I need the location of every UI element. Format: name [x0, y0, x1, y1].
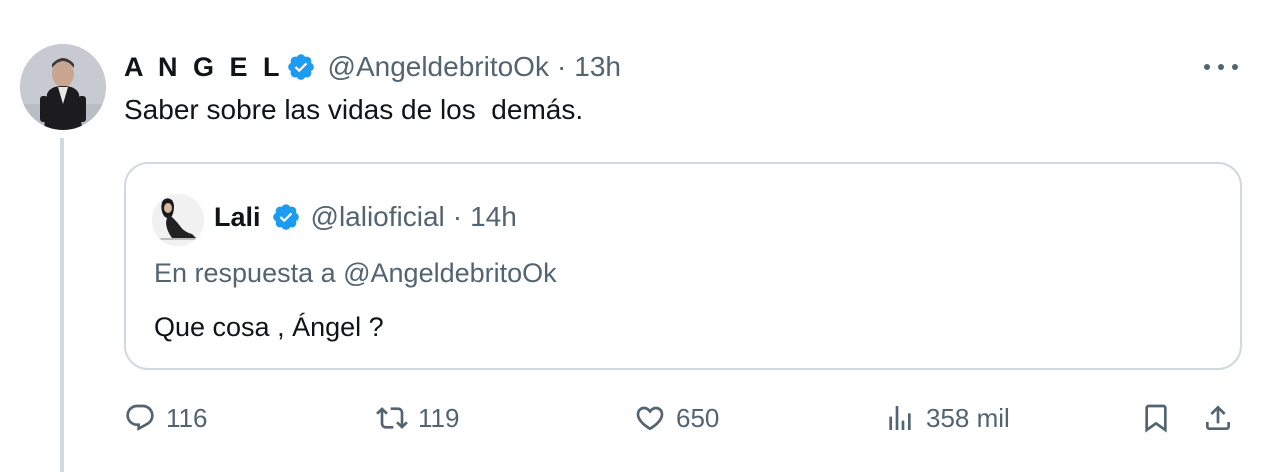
action-bar: 116 119 650 358 mil	[124, 398, 1242, 438]
reply-count: 116	[166, 402, 208, 433]
avatar-image	[20, 44, 106, 130]
more-dot	[1232, 64, 1238, 70]
quoted-author-name[interactable]: Lali	[214, 202, 261, 233]
reply-handle: @AngeldebritoOk	[343, 258, 557, 288]
reply-icon	[126, 404, 154, 431]
tweet-text: Saber sobre las vidas de los demás.	[124, 94, 584, 125]
views-button[interactable]: 358 mil	[884, 398, 1010, 438]
separator-dot: ·	[556, 51, 567, 82]
retweet-count: 119	[418, 402, 460, 433]
reply-context: En respuesta a @AngeldebritoOk	[154, 258, 557, 289]
quoted-author-handle: @lalioficial	[310, 201, 445, 232]
retweet-icon	[376, 407, 408, 429]
separator-dot: ·	[452, 201, 463, 232]
views-count: 358 mil	[926, 402, 1010, 433]
share-icon	[1206, 405, 1230, 430]
more-dot	[1204, 64, 1210, 70]
quoted-author-avatar	[152, 194, 204, 246]
quoted-text: Que cosa , Ángel ?	[154, 312, 384, 342]
quoted-header: Lali @lalioficial · 14h	[214, 200, 517, 234]
views-icon	[889, 406, 911, 430]
retweet-button[interactable]: 119	[376, 398, 459, 438]
verified-icon[interactable]	[286, 52, 316, 82]
author-handle[interactable]: @AngeldebritoOk	[328, 51, 549, 83]
author-avatar[interactable]	[20, 44, 106, 130]
tweet-time[interactable]: 13h	[574, 51, 621, 83]
like-button[interactable]: 650	[634, 398, 719, 438]
share-button[interactable]	[1202, 398, 1234, 438]
more-icon[interactable]	[1204, 58, 1238, 76]
quoted-avatar-image	[152, 194, 204, 246]
quoted-time: 14h	[470, 201, 517, 232]
bookmark-icon	[1145, 404, 1167, 433]
verified-icon	[272, 204, 299, 230]
author-name[interactable]: A N G E L	[124, 52, 284, 83]
reply-button[interactable]: 116	[124, 398, 207, 438]
quoted-tweet[interactable]: Lali @lalioficial · 14h En respuesta a @…	[124, 162, 1242, 370]
reply-prefix: En respuesta a	[154, 258, 344, 288]
like-count: 650	[676, 402, 720, 433]
more-dot	[1218, 64, 1224, 70]
like-icon	[636, 406, 664, 431]
thread-line	[60, 138, 64, 472]
bookmark-button[interactable]	[1140, 398, 1172, 438]
tweet-header: A N G E L @AngeldebritoOk · 13h	[124, 50, 621, 84]
